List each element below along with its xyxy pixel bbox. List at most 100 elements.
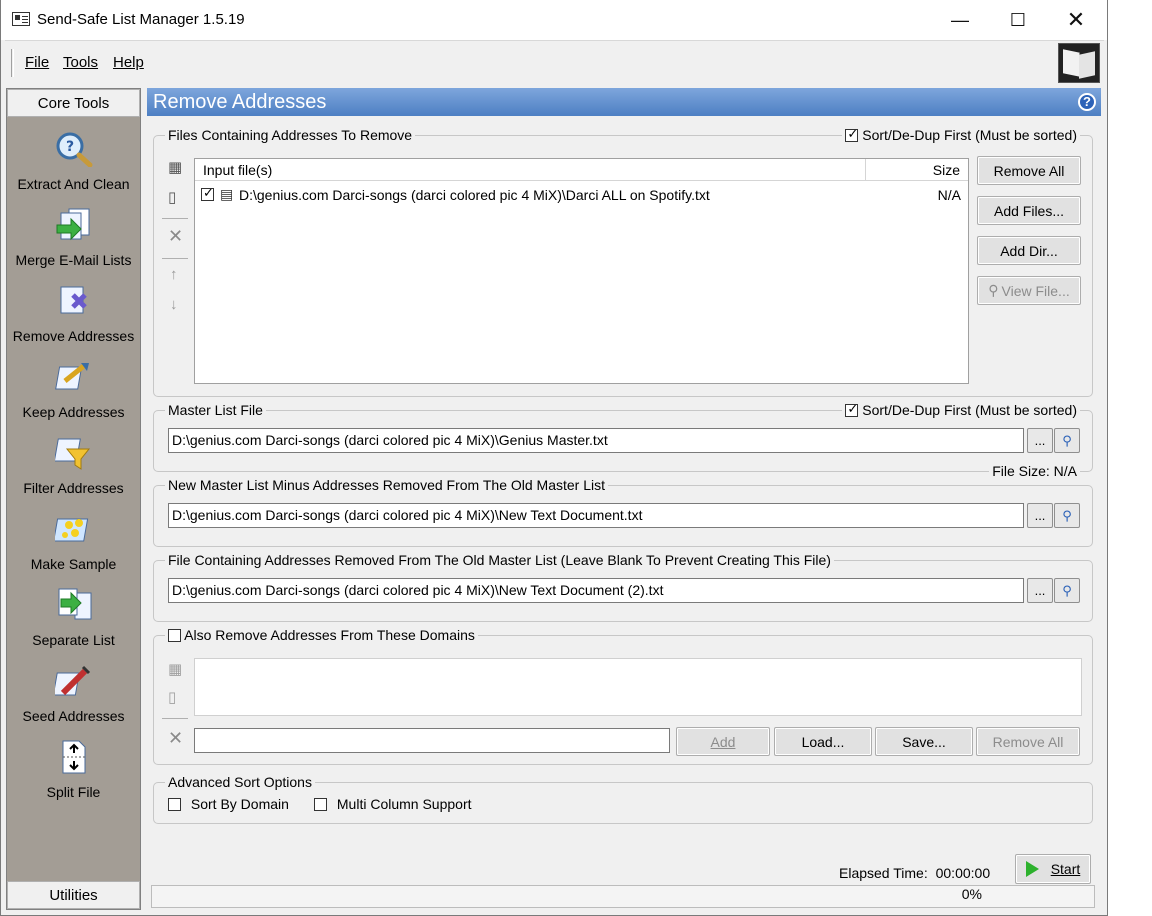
removed-view-search-icon[interactable]: ⚲	[1054, 578, 1080, 603]
table-row[interactable]: ▤ D:\genius.com Darci-songs (darci color…	[201, 185, 963, 206]
svg-text:?: ?	[66, 139, 74, 155]
move-up-icon[interactable]: ↑	[170, 266, 178, 283]
load-domains-button[interactable]: Load...	[774, 727, 872, 756]
toolbar-divider	[162, 218, 188, 219]
multi-column-support-checkbox[interactable]: Multi Column Support	[314, 796, 472, 812]
sidebar: Core Tools ? Extract And Clean Merge E-M…	[6, 88, 141, 910]
sidebar-item-label: Split File	[46, 784, 101, 800]
master-browse-button[interactable]: ...	[1027, 428, 1053, 453]
files-to-remove-group: Files Containing Addresses To Remove Sor…	[153, 126, 1093, 397]
removed-browse-button[interactable]: ...	[1027, 578, 1053, 603]
domains-uncheck-all-icon[interactable]: ▯	[168, 688, 176, 706]
new-master-browse-button[interactable]: ...	[1027, 503, 1053, 528]
toolbar-divider	[162, 718, 188, 719]
play-icon	[1025, 861, 1039, 877]
move-down-icon[interactable]: ↓	[170, 296, 178, 313]
checkbox[interactable]	[168, 798, 181, 811]
sidebar-item-keep-addresses[interactable]: Keep Addresses	[7, 353, 140, 429]
column-header-size[interactable]: Size	[933, 162, 960, 178]
menu-help[interactable]: Help	[113, 54, 144, 71]
uncheck-all-icon[interactable]: ▯	[168, 188, 176, 206]
syringe-icon	[55, 665, 91, 696]
save-domains-button[interactable]: Save...	[875, 727, 973, 756]
checkbox[interactable]	[845, 401, 859, 417]
group-title: Files Containing Addresses To Remove	[165, 127, 416, 143]
domains-delete-icon[interactable]: ✕	[168, 728, 183, 749]
sidebar-item-seed-addresses[interactable]: Seed Addresses	[7, 657, 140, 733]
group-title: Master List File	[165, 402, 266, 418]
sidebar-item-extract-and-clean[interactable]: ? Extract And Clean	[7, 125, 140, 201]
sidebar-header-utilities[interactable]: Utilities	[7, 881, 140, 909]
master-list-path-field[interactable]: D:\genius.com Darci-songs (darci colored…	[168, 428, 1024, 453]
sidebar-item-label: Seed Addresses	[22, 708, 125, 724]
new-master-view-search-icon[interactable]: ⚲	[1054, 503, 1080, 528]
check-all-icon[interactable]: ▦	[168, 158, 182, 176]
also-remove-domains-checkbox[interactable]: Also Remove Addresses From These Domains	[165, 627, 478, 643]
menu-tools[interactable]: Tools	[63, 54, 98, 71]
section-header: Remove Addresses ?	[147, 88, 1101, 116]
sidebar-item-label: Merge E-Mail Lists	[15, 252, 132, 268]
book-icon[interactable]	[1058, 43, 1100, 83]
search-icon: ⚲	[988, 282, 999, 298]
list-header: Input file(s) Size	[195, 159, 968, 181]
sidebar-item-label: Separate List	[32, 632, 115, 648]
row-file-size: N/A	[937, 187, 961, 203]
magnifier-question-icon: ?	[56, 132, 93, 167]
filter-funnel-icon	[55, 438, 91, 470]
title-bar: Send-Safe List Manager 1.5.19 — ☐ ✕	[1, 0, 1107, 40]
text-file-icon: ▤	[220, 186, 234, 202]
sidebar-item-label: Keep Addresses	[22, 404, 125, 420]
toolbar-grip	[11, 49, 14, 77]
menu-file[interactable]: File	[25, 54, 49, 71]
menu-bar: File Tools Help	[5, 40, 1104, 84]
sidebar-item-merge-e-mail-lists[interactable]: Merge E-Mail Lists	[7, 201, 140, 277]
minimize-button[interactable]: —	[931, 0, 989, 40]
sidebar-item-remove-addresses[interactable]: Remove Addresses	[7, 277, 140, 353]
sample-icon	[55, 518, 89, 542]
domains-check-all-icon[interactable]: ▦	[168, 660, 182, 678]
delete-icon[interactable]: ✕	[168, 226, 183, 247]
domains-group: Also Remove Addresses From These Domains…	[153, 627, 1093, 765]
sidebar-item-split-file[interactable]: Split File	[7, 733, 140, 809]
new-master-path-field[interactable]: D:\genius.com Darci-songs (darci colored…	[168, 503, 1024, 528]
master-sort-dedup-checkbox[interactable]: Sort/De-Dup First (Must be sorted)	[842, 401, 1080, 418]
sidebar-item-filter-addresses[interactable]: Filter Addresses	[7, 429, 140, 505]
advanced-sort-group: Advanced Sort Options Sort By Domain Mul…	[153, 774, 1093, 824]
group-title: File Containing Addresses Removed From T…	[165, 552, 834, 568]
removed-file-path-field[interactable]: D:\genius.com Darci-songs (darci colored…	[168, 578, 1024, 603]
master-view-search-icon[interactable]: ⚲	[1054, 428, 1080, 453]
remove-all-button[interactable]: Remove All	[977, 156, 1081, 185]
column-header-input-files[interactable]: Input file(s)	[203, 162, 272, 178]
sort-dedup-checkbox[interactable]: Sort/De-Dup First (Must be sorted)	[842, 126, 1080, 143]
view-file-button[interactable]: ⚲ View File...	[977, 276, 1081, 305]
app-icon	[12, 12, 30, 26]
master-file-size: File Size: N/A	[989, 463, 1080, 479]
app-window: Send-Safe List Manager 1.5.19 — ☐ ✕ File…	[0, 0, 1108, 916]
sidebar-item-make-sample[interactable]: Make Sample	[7, 505, 140, 581]
sort-by-domain-checkbox[interactable]: Sort By Domain	[168, 796, 289, 812]
add-domain-button[interactable]: Add	[676, 727, 770, 756]
checkbox[interactable]	[168, 629, 181, 642]
close-button[interactable]: ✕	[1047, 0, 1105, 40]
separate-list-icon	[58, 588, 92, 620]
start-button[interactable]: Start	[1015, 854, 1091, 884]
section-title: Remove Addresses	[153, 91, 327, 113]
sidebar-item-label: Filter Addresses	[23, 480, 124, 496]
sidebar-item-label: Extract And Clean	[17, 176, 130, 192]
checkbox[interactable]	[845, 126, 859, 142]
row-checkbox[interactable]	[201, 185, 214, 201]
add-dir-button[interactable]: Add Dir...	[977, 236, 1081, 265]
help-icon[interactable]: ?	[1078, 93, 1096, 111]
column-divider	[865, 159, 866, 180]
add-files-button[interactable]: Add Files...	[977, 196, 1081, 225]
checkbox[interactable]	[314, 798, 327, 811]
domains-list[interactable]	[194, 658, 1082, 716]
sidebar-item-separate-list[interactable]: Separate List	[7, 581, 140, 657]
maximize-button[interactable]: ☐	[989, 0, 1047, 40]
remove-all-domains-button[interactable]: Remove All	[976, 727, 1080, 756]
input-files-list[interactable]: Input file(s) Size ▤ D:\genius.com Darci…	[194, 158, 969, 384]
remove-addresses-icon	[60, 286, 87, 314]
sidebar-header-core-tools[interactable]: Core Tools	[7, 89, 140, 117]
domain-input[interactable]	[194, 728, 670, 753]
group-title: New Master List Minus Addresses Removed …	[165, 477, 609, 493]
